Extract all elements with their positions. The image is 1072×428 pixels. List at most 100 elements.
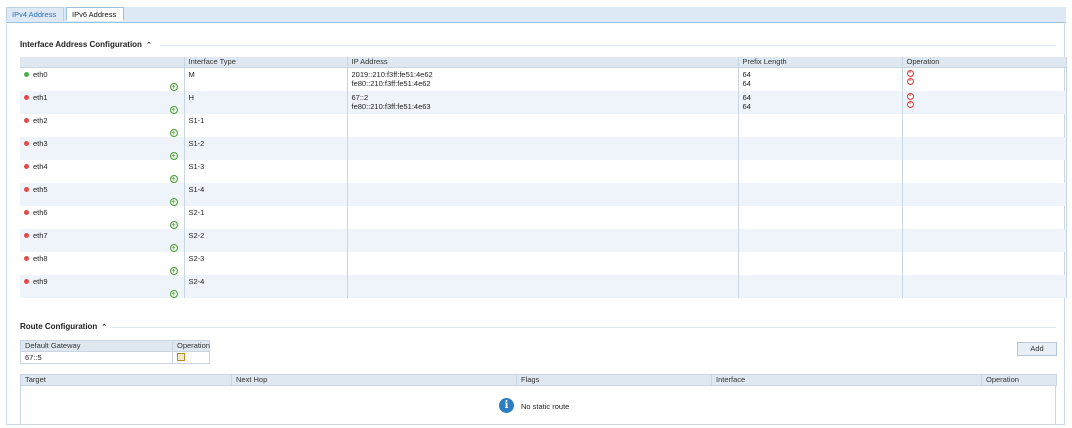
add-address-icon[interactable]: +: [169, 244, 178, 252]
status-dot-icon: [24, 186, 29, 192]
header-prefix-length: Prefix Length: [738, 57, 903, 68]
status-dot-icon: [24, 278, 29, 284]
header-target: Target: [20, 374, 232, 386]
header-interface: [20, 57, 185, 68]
add-address-icon[interactable]: +: [169, 83, 178, 91]
ip-address-cell: 2019::210:f3ff:fe51:4e62 fe80::210:f3ff:f…: [347, 67, 739, 91]
interface-row: eth7 + S2-2: [20, 229, 1067, 252]
status-dot-icon: [24, 255, 29, 261]
add-route-button[interactable]: Add: [1017, 342, 1057, 356]
prefix-length-value: 64: [742, 70, 751, 79]
prefix-length-cell: [738, 160, 903, 183]
add-address-icon[interactable]: +: [169, 198, 178, 206]
operation-cell: [902, 252, 1067, 275]
interface-type-cell: S1-3: [184, 160, 348, 183]
status-dot-icon: [24, 71, 29, 77]
interface-name-cell: eth3 +: [20, 137, 185, 160]
status-dot-icon: [24, 232, 29, 238]
status-dot-icon: [24, 163, 29, 169]
interface-type-cell: H: [184, 91, 348, 114]
prefix-length-cell: [738, 137, 903, 160]
edit-icon[interactable]: [177, 353, 185, 361]
header-default-gateway: Default Gateway: [20, 340, 173, 352]
tab-bar: IPv4 Address IPv6 Address: [6, 7, 1066, 23]
interface-section-title[interactable]: Interface Address Configuration ⌃: [20, 40, 152, 49]
operation-cell: [902, 275, 1067, 298]
interface-name-cell: eth5 +: [20, 183, 185, 206]
delete-icon[interactable]: ×: [906, 78, 914, 85]
ip-address-cell: [347, 137, 739, 160]
interface-row: eth3 + S1-2: [20, 137, 1067, 160]
interface-name-cell: eth2 +: [20, 114, 185, 137]
delete-icon[interactable]: ×: [906, 101, 914, 108]
header-operation: Operation: [981, 374, 1057, 386]
collapse-caret-icon[interactable]: ⌃: [101, 323, 107, 331]
add-address-icon[interactable]: +: [169, 106, 178, 114]
interface-type-cell: S1-4: [184, 183, 348, 206]
delete-icon[interactable]: ×: [906, 70, 914, 77]
add-address-icon[interactable]: +: [169, 152, 178, 160]
interface-row: eth5 + S1-4: [20, 183, 1067, 206]
ip-address-cell: [347, 275, 739, 298]
prefix-length-cell: [738, 229, 903, 252]
prefix-length-cell: [738, 252, 903, 275]
tab-ipv4-address[interactable]: IPv4 Address: [6, 7, 64, 21]
interface-name-cell: eth7 +: [20, 229, 185, 252]
interface-name: eth1: [33, 93, 48, 102]
ip-address-cell: [347, 160, 739, 183]
ip-address-cell: [347, 206, 739, 229]
interface-name-cell: eth0 +: [20, 67, 185, 91]
interface-row: eth0 + M 2019::210:f3ff:fe51:4e62 fe80::210:…: [20, 67, 1067, 91]
add-address-icon[interactable]: +: [169, 267, 178, 275]
prefix-length-cell: [738, 275, 903, 298]
tab-ipv6-address[interactable]: IPv6 Address: [66, 7, 124, 21]
interface-type-cell: S1-2: [184, 137, 348, 160]
empty-message: No static route: [521, 402, 570, 411]
collapse-caret-icon[interactable]: ⌃: [146, 41, 152, 49]
operation-cell: [902, 229, 1067, 252]
operation-cell: [902, 183, 1067, 206]
interface-name: eth2: [33, 116, 48, 125]
interface-type-cell: S2-1: [184, 206, 348, 229]
interface-type-cell: S1-1: [184, 114, 348, 137]
status-dot-icon: [24, 94, 29, 100]
operation-cell: [902, 160, 1067, 183]
interface-name-cell: eth9 +: [20, 275, 185, 298]
interface-name: eth5: [33, 185, 48, 194]
prefix-length-value: 64: [742, 102, 751, 111]
add-address-icon[interactable]: +: [169, 129, 178, 137]
prefix-length-cell: [738, 114, 903, 137]
prefix-length-cell: 64 64: [738, 91, 903, 114]
interface-name-cell: eth1 +: [20, 91, 185, 114]
status-dot-icon: [24, 209, 29, 215]
add-address-icon[interactable]: +: [169, 175, 178, 183]
interface-table: Interface Type IP Address Prefix Length …: [20, 57, 1067, 298]
default-gateway-value: 67::5: [20, 351, 173, 364]
operation-cell: × ×: [902, 67, 1067, 91]
prefix-length-value: 64: [742, 93, 751, 102]
route-section-title[interactable]: Route Configuration ⌃: [20, 322, 107, 331]
interface-name: eth7: [33, 231, 48, 240]
status-dot-icon: [24, 117, 29, 123]
default-gateway-table: Default Gateway Operation 67::5: [20, 340, 210, 364]
ip-address-cell: 67::2 fe80::210:f3ff:fe51:4e63: [347, 91, 739, 114]
interface-section-label: Interface Address Configuration: [20, 40, 142, 49]
interface-name-cell: eth4 +: [20, 160, 185, 183]
section-divider: [160, 45, 1056, 46]
delete-icon[interactable]: ×: [906, 93, 914, 100]
ip-address-line: fe80::210:f3ff:fe51:4e63: [351, 102, 431, 111]
add-address-icon[interactable]: +: [169, 290, 178, 298]
interface-row: eth4 + S1-3: [20, 160, 1067, 183]
prefix-length-cell: 64 64: [738, 67, 903, 91]
header-ip-address: IP Address: [347, 57, 739, 68]
header-gateway-operation: Operation: [172, 340, 210, 352]
ip-address-cell: [347, 252, 739, 275]
header-flags: Flags: [516, 374, 712, 386]
section-divider: [110, 327, 1056, 328]
ip-address-line: fe80::210:f3ff:fe51:4e62: [351, 79, 431, 88]
ip-address-line: 67::2: [351, 93, 369, 102]
interface-name-cell: eth8 +: [20, 252, 185, 275]
header-interface-type: Interface Type: [184, 57, 348, 68]
interface-name: eth8: [33, 254, 48, 263]
add-address-icon[interactable]: +: [169, 221, 178, 229]
